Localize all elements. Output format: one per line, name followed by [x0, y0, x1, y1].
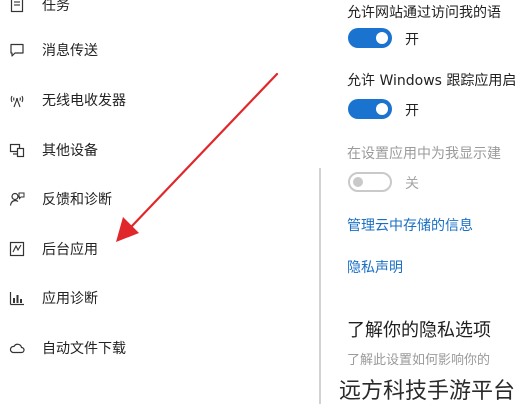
toggle-knob [376, 103, 388, 115]
track-app-launch-toggle-state: 开 [405, 103, 419, 119]
site-watermark: 远方科技手游平台 [338, 379, 515, 404]
setting-suggested-content-text: 在设置应用中为我显示建 [347, 146, 501, 162]
suggested-content-toggle[interactable] [348, 172, 392, 192]
setting-track-app-launch-text: 允许 Windows 跟踪应用启 [347, 73, 517, 89]
toggle-knob [376, 32, 388, 44]
settings-panel: 允许网站通过访问我的语 开 允许 Windows 跟踪应用启 开 在设置应用中为… [330, 0, 517, 409]
website-language-toggle[interactable] [348, 28, 392, 48]
toggle-knob [353, 177, 363, 187]
privacy-statement-link[interactable]: 隐私声明 [347, 257, 403, 277]
manage-cloud-info-link[interactable]: 管理云中存储的信息 [347, 215, 473, 235]
website-language-toggle-state: 开 [405, 32, 419, 48]
track-app-launch-toggle[interactable] [348, 99, 392, 119]
panel-divider [319, 168, 321, 404]
privacy-options-description: 了解此设置如何影响你的 [347, 353, 491, 368]
suggested-content-toggle-state: 关 [405, 176, 419, 192]
privacy-options-heading: 了解你的隐私选项 [347, 320, 491, 341]
setting-website-language-text: 允许网站通过访问我的语 [347, 5, 501, 21]
